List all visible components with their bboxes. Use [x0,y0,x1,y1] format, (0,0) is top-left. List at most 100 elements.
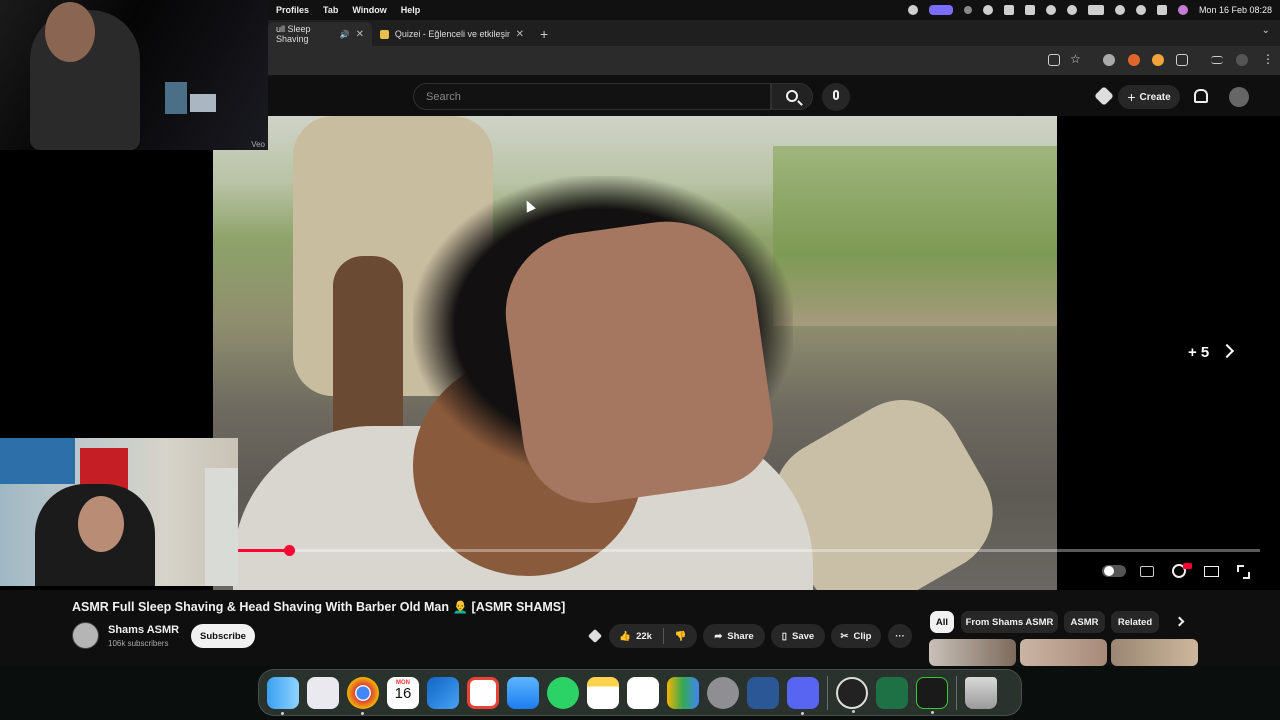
chip-asmr[interactable]: ASMR [1064,611,1105,633]
tableplus-icon[interactable] [667,676,699,709]
puzzle-icon[interactable] [1176,54,1188,66]
siri-icon[interactable] [1177,5,1188,15]
bookmark-star-icon[interactable]: ☆ [1070,52,1081,66]
avatar[interactable] [1229,87,1249,107]
pen-icon[interactable] [1003,5,1014,15]
share-button[interactable]: ➦ Share [703,624,765,648]
tab-search-chevron-icon[interactable]: ⌄ [1262,25,1270,36]
viewer-face [78,496,124,552]
autoplay-toggle[interactable] [1102,565,1126,577]
status-dot-icon[interactable] [963,6,972,14]
tab-youtube[interactable]: ull Sleep Shaving 🔊 ✕ [268,22,372,46]
search-button[interactable] [771,83,813,110]
thumbs-up-icon[interactable]: 👍 [619,631,631,642]
fullscreen-icon-corner [1243,572,1250,579]
notes-icon[interactable] [587,676,619,709]
subscriber-count: 106k subscribers [108,639,169,648]
video-player[interactable] [213,116,1057,590]
headphones-icon[interactable] [1066,5,1077,15]
notifications-bell-icon[interactable] [1194,89,1208,103]
car-screen [165,82,187,114]
tab-quizei[interactable]: Quizei - Eğlenceli ve etkileşim ✕ [372,22,532,46]
kebab-menu-icon[interactable]: ⋮ [1262,52,1274,66]
chip-all[interactable]: All [930,611,954,633]
status-tray: Mon 16 Feb 08:28 [907,0,1272,20]
mail-icon[interactable] [507,676,539,709]
webcam-label: Veo [251,140,265,149]
activity-monitor-icon[interactable] [916,676,948,714]
obs-icon[interactable] [836,676,868,713]
finder-icon[interactable] [267,676,299,715]
search-input[interactable]: Search [413,83,771,110]
menu-help[interactable]: Help [401,5,421,15]
streamer-head [45,2,95,62]
theater-mode-icon[interactable] [1204,566,1219,577]
status-icon-3[interactable] [1024,5,1035,15]
play-icon[interactable] [1045,5,1056,15]
calendar-icon[interactable]: MON 16 [387,676,419,709]
close-icon[interactable]: ✕ [516,29,524,40]
spotlight-icon[interactable] [1135,5,1146,15]
skip-forward-label[interactable]: + 5 [1188,344,1209,361]
system-settings-icon[interactable] [707,676,739,709]
status-icon-active[interactable] [928,5,953,15]
close-icon[interactable]: ✕ [356,29,364,40]
wifi-icon[interactable] [1114,5,1125,15]
save-button[interactable]: ▯ Save [771,624,825,648]
channel-name[interactable]: Shams ASMR [108,624,179,636]
menu-window[interactable]: Window [352,5,386,15]
progress-bar[interactable] [238,549,1260,552]
extension-icon-3[interactable] [1152,54,1164,66]
status-icon-1[interactable] [907,5,918,15]
share-arrow-icon: ➦ [714,630,723,642]
whatsapp-icon[interactable] [547,676,579,709]
subtitles-icon[interactable] [1140,566,1154,577]
quizei-favicon-icon [380,29,389,39]
gmail-icon[interactable] [467,676,499,709]
thumbs-down-icon[interactable]: 👎 [675,631,687,642]
discord-icon[interactable] [787,676,819,715]
menu-tab[interactable]: Tab [323,5,338,15]
search-icon [786,90,798,102]
chip-from-channel[interactable]: From Shams ASMR [961,611,1058,633]
voice-search-button[interactable] [822,83,850,111]
calendar-day: 16 [394,684,412,702]
more-actions-button[interactable]: ··· [888,624,912,648]
excel-icon[interactable] [876,676,908,709]
reminders-icon[interactable] [627,676,659,709]
progress-scrubber[interactable] [284,545,295,556]
clip-button[interactable]: ✂ Clip [831,624,881,648]
chrome-icon[interactable] [347,676,379,715]
create-label: Create [1139,91,1171,103]
menu-profiles[interactable]: Profiles [276,5,309,15]
fullscreen-icon[interactable] [1237,565,1244,572]
outlook-icon[interactable] [427,676,459,709]
new-tab-button[interactable]: + [540,26,548,42]
subscribe-button[interactable]: Subscribe [191,624,255,648]
channel-avatar[interactable] [72,622,99,649]
profile-avatar-icon[interactable] [1236,54,1248,66]
like-count[interactable]: 22k [636,631,652,642]
word-icon[interactable] [747,676,779,709]
speaker-icon[interactable]: 🔊 [340,30,350,39]
like-dislike-group: 👍 22k 👎 [609,624,697,648]
mic-icon [833,90,839,100]
launchpad-icon[interactable] [307,676,339,709]
media-control-icon[interactable] [1211,56,1223,64]
macos-dock: MON 16 [258,669,1022,716]
create-button[interactable]: + Create [1118,85,1180,109]
menubar-clock[interactable]: Mon 16 Feb 08:28 [1199,5,1272,15]
chip-related[interactable]: Related [1111,611,1159,633]
tab-title: Quizei - Eğlenceli ve etkileşim [394,29,510,39]
trash-icon[interactable] [965,676,997,709]
divider [662,628,664,644]
recommended-thumbnail[interactable] [929,639,1016,666]
extension-icon-1[interactable] [1103,54,1115,66]
control-center-icon[interactable] [1156,5,1167,15]
recommended-thumbnail[interactable] [1020,639,1107,666]
recommended-thumbnail[interactable] [1111,639,1198,666]
status-icon-2[interactable] [982,5,993,15]
battery-icon[interactable] [1087,5,1104,15]
extension-icon-2[interactable] [1128,54,1140,66]
install-icon[interactable] [1048,54,1060,66]
